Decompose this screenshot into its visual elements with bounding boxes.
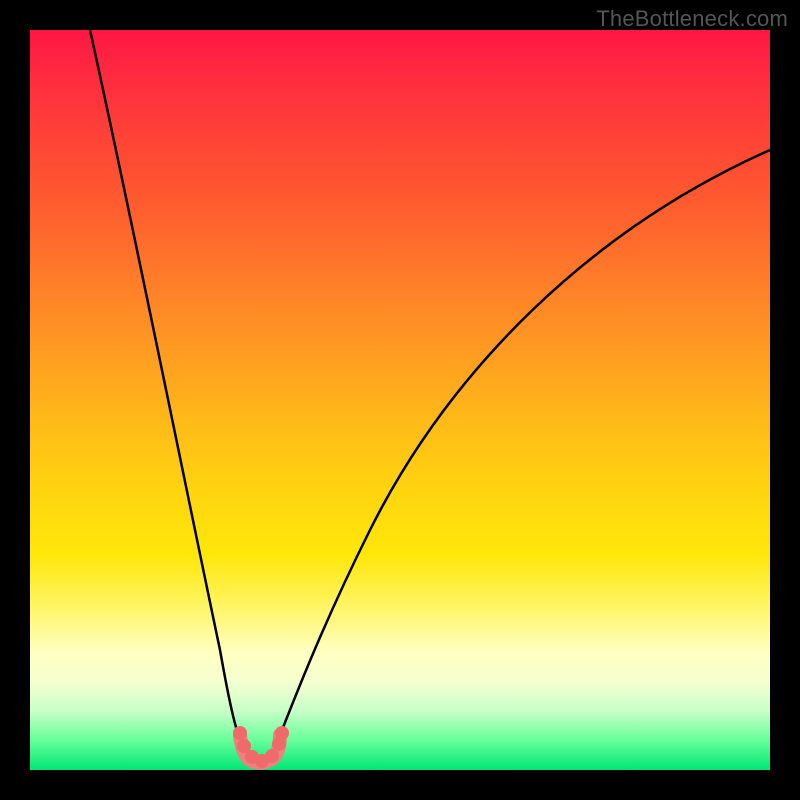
curve-left bbox=[90, 30, 243, 748]
marker-dot bbox=[265, 749, 279, 763]
marker-dot bbox=[275, 726, 289, 740]
curve-right bbox=[275, 150, 770, 748]
chart-frame: TheBottleneck.com bbox=[0, 0, 800, 800]
bottleneck-curve bbox=[30, 30, 770, 770]
watermark: TheBottleneck.com bbox=[596, 6, 788, 32]
plot-area bbox=[30, 30, 770, 770]
marker-dot bbox=[233, 726, 247, 740]
